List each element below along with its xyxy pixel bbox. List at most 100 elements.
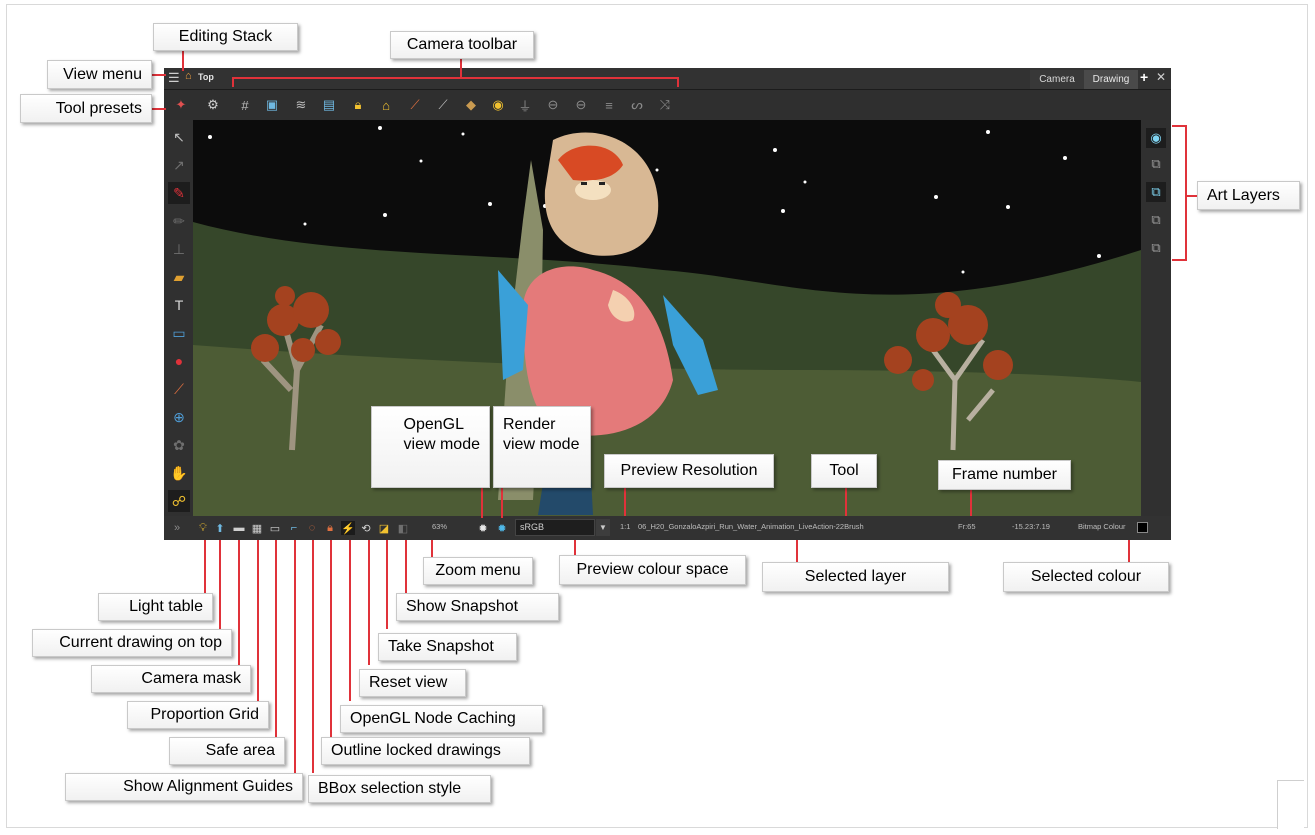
- callout-show-snapshot: Show Snapshot: [396, 593, 559, 621]
- tool-presets-icon[interactable]: ✦: [172, 96, 190, 114]
- paint-tool-icon[interactable]: ●: [168, 350, 190, 372]
- leader-zoom-menu: [431, 540, 433, 557]
- callout-take-snapshot: Take Snapshot: [378, 633, 517, 661]
- callout-art-layers: Art Layers: [1197, 181, 1300, 210]
- dropper-tool-icon[interactable]: ⟋: [168, 378, 190, 400]
- colour-art-layer-icon[interactable]: ⧉: [1146, 210, 1166, 230]
- current-drawing-on-top-icon[interactable]: ⬆: [213, 521, 227, 535]
- preview-all-art-layers-icon[interactable]: ◉: [1146, 128, 1166, 148]
- layer-middle-icon[interactable]: ⊖: [544, 96, 562, 114]
- safe-area-icon[interactable]: ▭: [268, 521, 282, 535]
- leader-camera-toolbar-left: [232, 77, 234, 87]
- measure-icon[interactable]: ⟋: [434, 96, 452, 114]
- light-table-icon[interactable]: ▤: [320, 96, 338, 114]
- layer-left-icon[interactable]: ⏚: [516, 96, 534, 114]
- coordinates-readout: -15.23:7.19: [1012, 522, 1050, 531]
- unlock-icon[interactable]: ⌂: [377, 96, 395, 114]
- selected-colour-label: Bitmap Colour: [1078, 522, 1126, 531]
- callout-camera-toolbar: Camera toolbar: [390, 31, 534, 59]
- zoom-menu[interactable]: 63%: [432, 522, 447, 531]
- view-menu-icon[interactable]: ☰: [168, 70, 180, 86]
- tab-camera[interactable]: Camera: [1030, 70, 1084, 89]
- opengl-node-caching-icon[interactable]: ⚡: [341, 521, 355, 535]
- light-table-icon[interactable]: 💡︎: [196, 521, 210, 535]
- proportion-grid-icon[interactable]: ▦: [250, 521, 264, 535]
- view-bottom-bar: » 💡︎ ⬆ ▬ ▦ ▭ ⌐ ◌ 🔒︎ ⚡ ⟲ ◪ ◧ 63% ✹ ✹ sRGB…: [164, 516, 1171, 540]
- leader-render-view-mode: [501, 488, 503, 518]
- grid-icon[interactable]: #: [236, 96, 254, 114]
- stamp-icon[interactable]: ◆: [462, 96, 480, 114]
- brush-tool-icon[interactable]: ✎: [168, 182, 190, 204]
- take-snapshot-icon[interactable]: ◪: [377, 521, 391, 535]
- leader-preview-resolution: [624, 488, 626, 516]
- mirror-icon[interactable]: ◉: [489, 96, 507, 114]
- callout-camera-mask: Camera mask: [91, 665, 251, 693]
- tools-toolbar: ↖ ↗ ✎ ✏ ⊥ ▰ T ▭ ● ⟋ ⊕ ✿ ✋ ☍: [164, 120, 193, 516]
- eraser-tool-icon[interactable]: ▰: [168, 266, 190, 288]
- reset-view-icon[interactable]: ⟲: [359, 521, 373, 535]
- select-tool-icon[interactable]: ↖: [168, 126, 190, 148]
- callout-tool: Tool: [811, 454, 877, 488]
- leader-camera-toolbar-right: [677, 77, 679, 87]
- leader-show-snapshot: [405, 540, 407, 593]
- callout-editing-stack: Editing Stack: [153, 23, 298, 51]
- contour-tool-icon[interactable]: ↗: [168, 154, 190, 176]
- rigging-tool-icon[interactable]: ☍: [168, 490, 190, 512]
- callout-frame-number: Frame number: [938, 460, 1071, 490]
- leader-art-bottom: [1172, 259, 1186, 261]
- safe-area-icon[interactable]: ▣: [263, 96, 281, 114]
- rectangle-tool-icon[interactable]: ▭: [168, 322, 190, 344]
- line-art-layer-icon[interactable]: ⧉: [1146, 182, 1166, 202]
- render-view-mode-icon[interactable]: ✹: [495, 521, 509, 535]
- view-topbar: ☰ ⌂ Top Camera Drawing + ✕: [164, 68, 1171, 90]
- preview-resolution[interactable]: 1:1: [620, 522, 630, 531]
- frame-number: Fr:65: [958, 522, 976, 531]
- layer-right-icon[interactable]: ⊖: [572, 96, 590, 114]
- pencil-tool-icon[interactable]: ✏: [168, 210, 190, 232]
- home-icon[interactable]: ⌂: [185, 70, 192, 82]
- bbox-selection-style-icon[interactable]: ◌: [305, 521, 319, 535]
- flip-icon[interactable]: ᔕ: [628, 96, 646, 114]
- callout-outline-locked-drawings: Outline locked drawings: [321, 737, 530, 765]
- tab-drawing[interactable]: Drawing: [1084, 70, 1138, 89]
- leader-bbox-selection: [312, 540, 314, 773]
- callout-zoom-menu: Zoom menu: [423, 557, 533, 585]
- morph-tool-icon[interactable]: ✿: [168, 434, 190, 456]
- callout-safe-area: Safe area: [169, 737, 285, 765]
- leader-camera-mask: [238, 540, 240, 665]
- editing-stack-label[interactable]: Top: [198, 72, 214, 82]
- callout-render-view-mode: Render view mode: [493, 406, 591, 488]
- pivot-tool-icon[interactable]: ⊕: [168, 406, 190, 428]
- underlay-art-layer-icon[interactable]: ⧉: [1146, 238, 1166, 258]
- layer-stack-icon[interactable]: ≡: [600, 96, 618, 114]
- callout-proportion-grid: Proportion Grid: [127, 701, 269, 729]
- onion-skin-icon[interactable]: ≋: [292, 96, 310, 114]
- overlay-art-layer-icon[interactable]: ⧉: [1146, 154, 1166, 174]
- opengl-view-mode-icon[interactable]: ✹: [476, 521, 490, 535]
- rotate-icon[interactable]: ⤨: [656, 96, 674, 114]
- leader-art-layers: [1185, 195, 1197, 197]
- show-snapshot-icon[interactable]: ◧: [396, 521, 410, 535]
- leader-selected-layer: [796, 540, 798, 562]
- alignment-guides-icon[interactable]: ⌐: [287, 521, 301, 535]
- gear-icon[interactable]: ⚙: [204, 96, 222, 114]
- add-view-icon[interactable]: +: [1140, 69, 1148, 85]
- ruler-icon[interactable]: ⟋: [406, 96, 424, 114]
- camera-mask-icon[interactable]: ▬: [232, 521, 246, 535]
- leader-view-menu: [152, 74, 166, 76]
- stamp-tool-icon[interactable]: ⊥: [168, 238, 190, 260]
- close-view-icon[interactable]: ✕: [1156, 70, 1166, 84]
- leader-frame-number: [970, 490, 972, 516]
- callout-current-drawing-on-top: Current drawing on top: [32, 629, 232, 657]
- hand-tool-icon[interactable]: ✋: [168, 462, 190, 484]
- expand-icon[interactable]: »: [170, 521, 184, 535]
- leader-take-snapshot: [386, 540, 388, 629]
- selected-layer: 06_H20_GonzaloAzpiri_Run_Water_Animation…: [638, 522, 864, 531]
- outline-locked-drawings-icon[interactable]: 🔒︎: [323, 521, 337, 535]
- chevron-down-icon[interactable]: ▼: [596, 519, 610, 536]
- callout-bbox-selection-style: BBox selection style: [308, 775, 491, 803]
- preview-colour-space-select[interactable]: sRGB: [515, 519, 595, 536]
- callout-opengl-view-mode: OpenGL view mode: [371, 406, 490, 488]
- text-tool-icon[interactable]: T: [168, 294, 190, 316]
- lock-icon[interactable]: 🔒︎: [349, 96, 367, 114]
